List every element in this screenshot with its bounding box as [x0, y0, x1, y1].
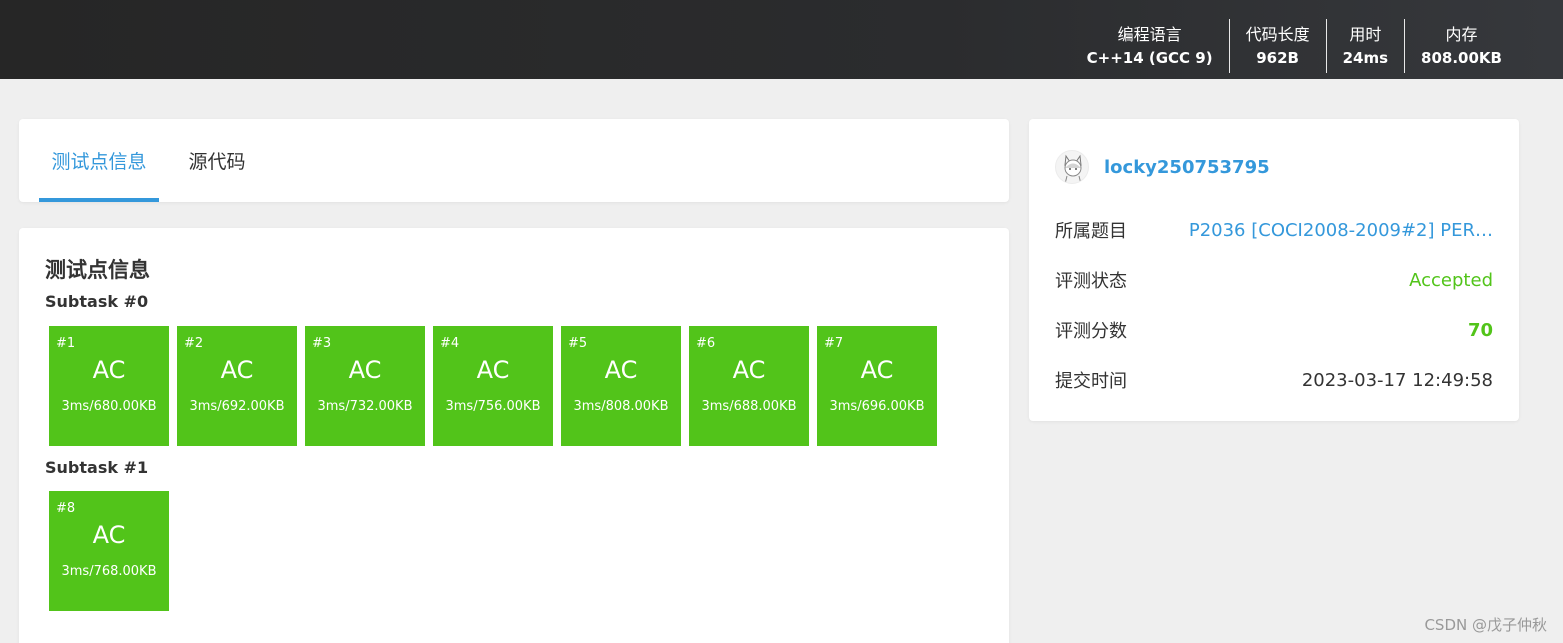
info-label: 评测状态 [1055, 271, 1127, 292]
info-label: 评测分数 [1055, 321, 1127, 342]
testcase-id: #7 [824, 336, 844, 351]
testcase-panel: 测试点信息 Subtask #0 #1 AC 3ms/680.00KB #2 A… [19, 228, 1009, 643]
tab-source-code[interactable]: 源代码 [177, 119, 257, 202]
info-row-submit-time: 提交时间 2023-03-17 12:49:58 [1055, 367, 1493, 393]
testcase-meta: 3ms/768.00KB [61, 564, 157, 579]
testcase-result: AC [732, 356, 766, 384]
testcase-tile[interactable]: #8 AC 3ms/768.00KB [49, 491, 169, 611]
watermark: CSDN @戊子仲秋 [1424, 616, 1547, 634]
testcase-result: AC [220, 356, 254, 384]
tabs-card: 测试点信息 源代码 [19, 119, 1009, 202]
submit-time-value: 2023-03-17 12:49:58 [1301, 369, 1493, 391]
submission-info-card: locky250753795 所属题目 P2036 [COCI2008-2009… [1029, 119, 1519, 421]
stat-value: 24ms [1342, 49, 1389, 67]
testcase-meta: 3ms/692.00KB [189, 399, 285, 414]
stat-label: 内存 [1445, 25, 1478, 44]
status-value: Accepted [1409, 269, 1493, 291]
info-label: 提交时间 [1055, 371, 1127, 392]
testcase-tile[interactable]: #6 AC 3ms/688.00KB [689, 326, 809, 446]
testcase-tile[interactable]: #1 AC 3ms/680.00KB [49, 326, 169, 446]
testcase-meta: 3ms/732.00KB [317, 399, 413, 414]
testcase-meta: 3ms/696.00KB [829, 399, 925, 414]
testcase-tile[interactable]: #2 AC 3ms/692.00KB [177, 326, 297, 446]
submission-stats: 编程语言 C++14 (GCC 9) 代码长度 962B 用时 24ms 内存 … [1071, 19, 1518, 73]
testcase-meta: 3ms/680.00KB [61, 399, 157, 414]
info-label: 所属题目 [1055, 221, 1127, 242]
testcase-result: AC [476, 356, 510, 384]
testcase-result: AC [92, 356, 126, 384]
testcase-tile[interactable]: #7 AC 3ms/696.00KB [817, 326, 937, 446]
stat-language: 编程语言 C++14 (GCC 9) [1071, 19, 1229, 73]
testcase-result: AC [348, 356, 382, 384]
testcase-meta: 3ms/688.00KB [701, 399, 797, 414]
testcase-id: #4 [440, 336, 460, 351]
stat-memory: 内存 808.00KB [1404, 19, 1518, 73]
subtask-title: Subtask #1 [45, 458, 149, 477]
testcase-tile[interactable]: #3 AC 3ms/732.00KB [305, 326, 425, 446]
stat-value: C++14 (GCC 9) [1086, 49, 1213, 67]
info-row-score: 评测分数 70 [1055, 317, 1493, 343]
testcase-result: AC [92, 521, 126, 549]
stat-value: 962B [1256, 49, 1299, 67]
top-bar: 编程语言 C++14 (GCC 9) 代码长度 962B 用时 24ms 内存 … [0, 0, 1563, 79]
subtask-0-cases: #1 AC 3ms/680.00KB #2 AC 3ms/692.00KB #3… [49, 326, 937, 446]
info-row-problem: 所属题目 P2036 [COCI2008-2009#2] PER… [1055, 217, 1493, 243]
testcase-id: #2 [184, 336, 204, 351]
subtask-title: Subtask #0 [45, 292, 149, 311]
testcase-meta: 3ms/808.00KB [573, 399, 669, 414]
info-row-status: 评测状态 Accepted [1055, 267, 1493, 293]
testcase-result: AC [604, 356, 638, 384]
testcase-id: #8 [56, 501, 76, 516]
problem-link[interactable]: P2036 [COCI2008-2009#2] PER… [1189, 220, 1493, 241]
testcase-id: #6 [696, 336, 716, 351]
anime-avatar-icon [1064, 154, 1082, 183]
stat-label: 代码长度 [1245, 25, 1310, 44]
score-value: 70 [1467, 319, 1493, 341]
testcase-id: #5 [568, 336, 588, 351]
stat-label: 用时 [1349, 25, 1382, 44]
testcase-meta: 3ms/756.00KB [445, 399, 541, 414]
stat-label: 编程语言 [1117, 25, 1182, 44]
stat-code-length: 代码长度 962B [1228, 19, 1326, 73]
testcase-result: AC [860, 356, 894, 384]
testcase-id: #3 [312, 336, 332, 351]
subtask-1-cases: #8 AC 3ms/768.00KB [49, 491, 169, 611]
stat-time: 用时 24ms [1325, 19, 1404, 73]
user-info: locky250753795 [1055, 150, 1270, 184]
testcase-id: #1 [56, 336, 76, 351]
tab-testcase-info[interactable]: 测试点信息 [39, 119, 159, 202]
testcase-tile[interactable]: #4 AC 3ms/756.00KB [433, 326, 553, 446]
avatar[interactable] [1055, 150, 1089, 184]
testcase-tile[interactable]: #5 AC 3ms/808.00KB [561, 326, 681, 446]
panel-title: 测试点信息 [45, 258, 150, 282]
stat-value: 808.00KB [1421, 49, 1502, 67]
username-link[interactable]: locky250753795 [1104, 157, 1270, 178]
